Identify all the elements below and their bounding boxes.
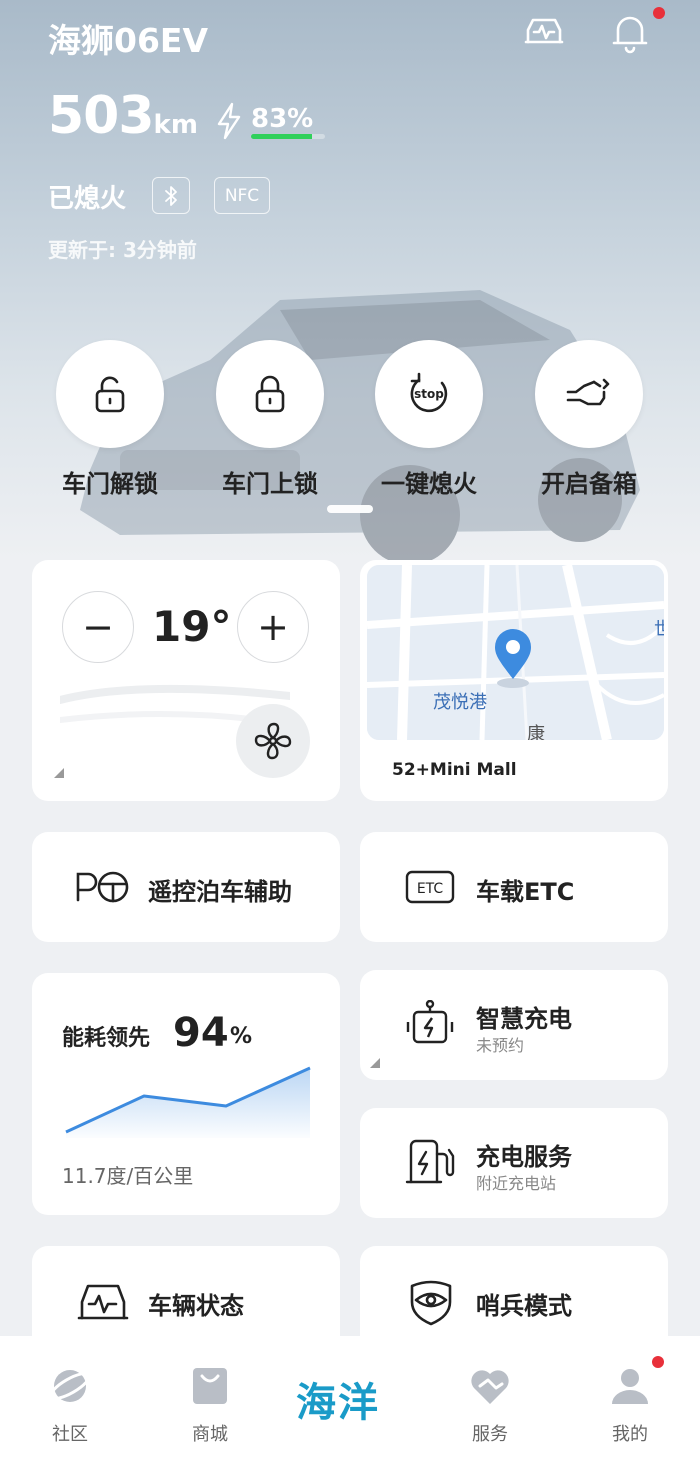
nav-mine[interactable]: 我的 — [590, 1364, 670, 1446]
engine-off-label: 一键熄火 — [381, 470, 477, 498]
map-view[interactable]: 世 康 — [367, 565, 664, 740]
battery-bar-fill — [251, 134, 313, 139]
climate-corner-mark — [54, 768, 64, 778]
stop-icon-text: stop — [414, 387, 444, 401]
nav-mall-label: 商城 — [192, 1424, 228, 1445]
remote-parking-icon — [76, 871, 129, 903]
engine-off-button[interactable]: stop 一键熄火 — [374, 340, 484, 499]
bluetooth-icon — [165, 185, 177, 206]
charge-bolt-icon — [217, 102, 241, 140]
mine-badge-dot — [652, 1356, 664, 1368]
unlock-door-button[interactable]: 车门解锁 — [55, 340, 165, 499]
smart-charge-icon — [406, 1000, 454, 1044]
sentry-mode-label: 哨兵模式 — [476, 1292, 572, 1320]
fan-icon — [254, 722, 292, 760]
map-place-label: 茂悦港 — [433, 692, 487, 713]
lock-icon — [255, 375, 285, 413]
updated-time: 更新于: 3分钟前 — [48, 238, 197, 262]
heart-handshake-icon — [471, 1370, 509, 1404]
vehicle-title: 海狮06EV — [48, 21, 209, 60]
open-trunk-button[interactable]: 开启备箱 — [534, 340, 644, 499]
remote-parking-label: 遥控泊车辅助 — [148, 878, 292, 906]
planet-icon — [49, 1370, 91, 1402]
location-caption: 52+Mini Mall — [392, 760, 517, 780]
energy-stat: 11.7度/百公里 — [62, 1164, 194, 1188]
fan-button[interactable] — [236, 704, 310, 778]
shopping-bag-icon — [193, 1368, 227, 1404]
user-icon — [612, 1369, 648, 1404]
nfc-chip[interactable]: NFC — [214, 177, 270, 214]
open-trunk-label: 开启备箱 — [541, 470, 637, 498]
notification-bell-icon[interactable] — [608, 10, 652, 54]
sentry-eye-icon — [410, 1280, 452, 1326]
trunk-icon — [566, 378, 610, 406]
map-roads: 世 康 — [367, 565, 664, 740]
energy-value: 94 — [173, 1010, 229, 1056]
smart-charge-corner-mark — [370, 1058, 380, 1068]
engine-off-circle[interactable]: stop — [375, 340, 483, 448]
nav-community[interactable]: 社区 — [30, 1364, 110, 1446]
engine-status: 已熄火 — [48, 184, 127, 214]
map-road-label-2: 康 — [527, 724, 545, 740]
unlock-door-circle[interactable] — [56, 340, 164, 448]
nav-service[interactable]: 服务 — [450, 1364, 530, 1446]
energy-unit: % — [230, 1024, 253, 1049]
stop-icon: stop — [410, 372, 448, 413]
unlock-door-label: 车门解锁 — [62, 470, 158, 498]
nav-community-label: 社区 — [52, 1424, 88, 1445]
lock-door-label: 车门上锁 — [222, 470, 318, 498]
smart-charge-sub: 未预约 — [476, 1036, 525, 1055]
battery-bar — [251, 134, 325, 139]
lock-door-circle[interactable] — [216, 340, 324, 448]
carousel-indicator — [327, 505, 373, 513]
bluetooth-chip[interactable] — [152, 177, 190, 214]
charge-service-label: 充电服务 — [476, 1143, 572, 1171]
nav-mall[interactable]: 商城 — [170, 1364, 250, 1446]
energy-trend-chart — [65, 1066, 311, 1138]
charge-service-sub: 附近充电站 — [476, 1174, 557, 1193]
notification-dot — [653, 7, 665, 19]
temperature-increase-button[interactable]: + — [237, 591, 309, 663]
temperature-value: 19° — [152, 602, 232, 651]
etc-icon: ETC — [405, 870, 455, 904]
smart-charge-label: 智慧充电 — [476, 1005, 572, 1033]
battery-percent: 83% — [251, 104, 314, 134]
vehicle-health-icon[interactable] — [522, 10, 566, 54]
open-trunk-circle[interactable] — [535, 340, 643, 448]
lock-door-button[interactable]: 车门上锁 — [215, 340, 325, 499]
nav-service-label: 服务 — [472, 1424, 508, 1445]
nav-mine-label: 我的 — [612, 1424, 648, 1445]
range-value: 503 — [48, 86, 155, 146]
charging-station-icon — [405, 1139, 455, 1184]
temperature-decrease-button[interactable]: − — [62, 591, 134, 663]
vehicle-status-label: 车辆状态 — [148, 1292, 244, 1320]
nav-brand-ocean[interactable]: 海洋 — [296, 1370, 380, 1428]
etc-label: 车载ETC — [476, 878, 575, 906]
unlock-icon — [95, 376, 125, 413]
range-display: 503km — [48, 86, 198, 146]
map-road-label-1: 世 — [654, 619, 664, 640]
range-unit: km — [153, 110, 198, 140]
energy-title: 能耗领先 — [62, 1026, 151, 1051]
vehicle-status-icon — [77, 1284, 129, 1320]
etc-icon-text: ETC — [417, 881, 444, 897]
